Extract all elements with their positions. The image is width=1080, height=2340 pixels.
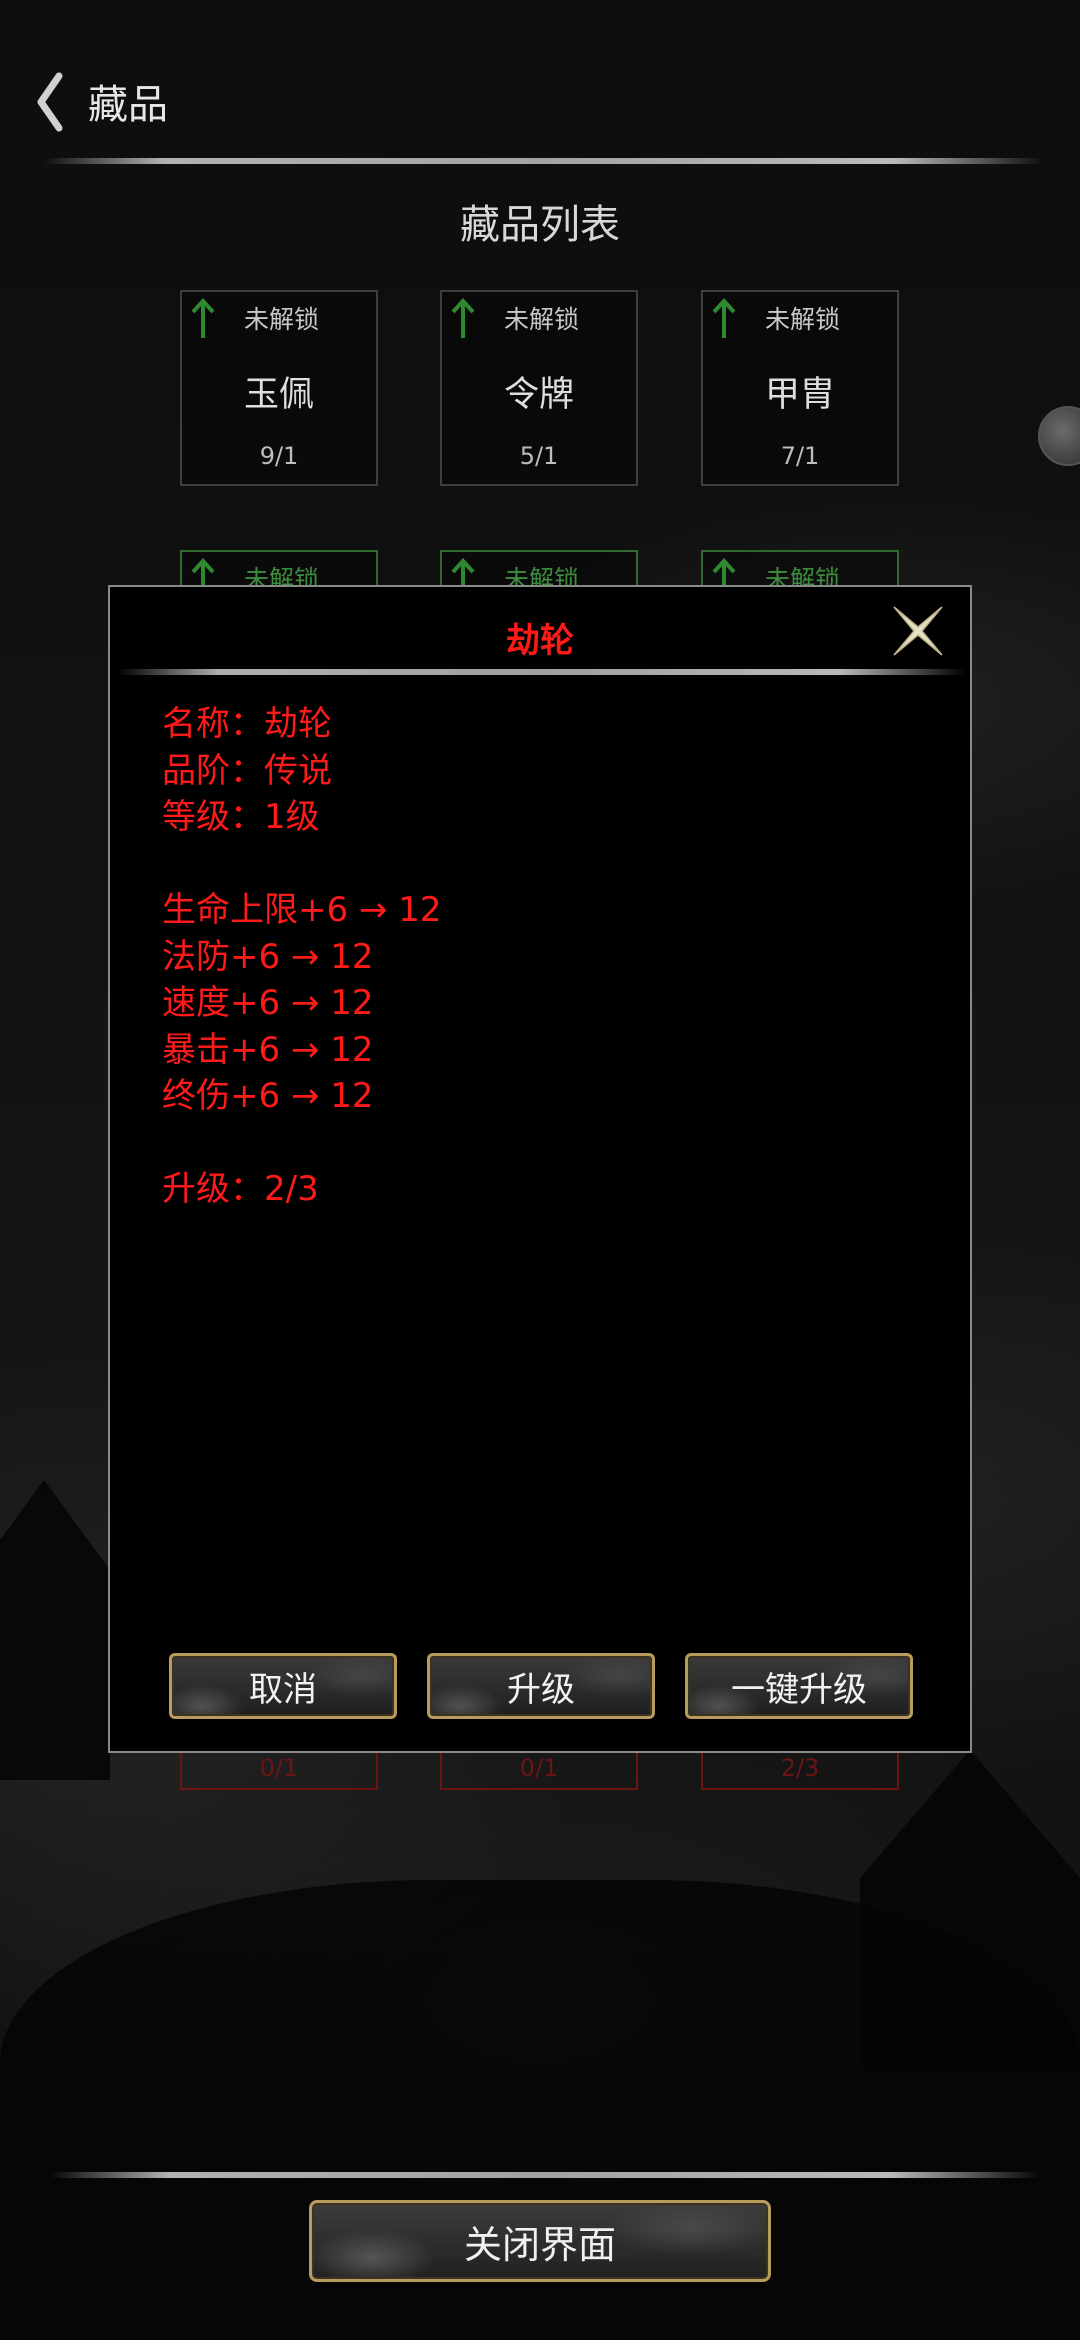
item-name: 令牌 (503, 375, 574, 415)
top-bar: 藏品 (0, 0, 1080, 160)
item-count: 0/1 (519, 1754, 559, 1782)
collection-item-card[interactable]: 未解锁 (440, 550, 638, 594)
close-interface-button[interactable]: 关闭界面 (309, 2200, 771, 2282)
stat-line: 暴击+6 → 12 (162, 1029, 374, 1070)
stat-line: 法防+6 → 12 (162, 936, 374, 977)
upgrade-progress: 升级：2/3 (162, 1169, 319, 1209)
dialog-title: 劫轮 (506, 621, 574, 661)
stat-line: 终伤+6 → 12 (162, 1076, 374, 1116)
lock-status: 未解锁 (765, 305, 841, 334)
upgrade-button[interactable]: 升级 (427, 1653, 655, 1719)
item-detail-dialog: 劫轮 名称：劫轮 品阶：传说 等级：1级 生命上限+6 → 12 法防+6 → … (108, 585, 972, 1753)
item-count: 0/1 (259, 1754, 299, 1782)
background-pagoda (860, 1750, 1080, 2070)
item-count: 5/1 (519, 442, 559, 470)
item-name-line: 名称：劫轮 (162, 704, 332, 744)
cancel-button[interactable]: 取消 (169, 1653, 397, 1719)
footer-divider (50, 2172, 1040, 2178)
up-arrow-icon (191, 298, 215, 338)
item-count: 7/1 (780, 442, 820, 470)
stat-line: 速度+6 → 12 (162, 983, 374, 1023)
upgrade-all-button[interactable]: 一键升级 (685, 1653, 913, 1719)
item-detail-text: 名称：劫轮 品阶：传说 等级：1级 生命上限+6 → 12 法防+6 → 12 … (162, 701, 442, 1213)
stat-line: 生命上限+6 → 12 (162, 890, 442, 930)
item-level-line: 等级：1级 (162, 797, 320, 837)
item-name: 玉佩 (243, 375, 314, 415)
chevron-left-icon (37, 72, 63, 132)
lock-status: 未解锁 (244, 305, 320, 334)
item-count: 9/1 (259, 442, 299, 470)
item-count: 2/3 (780, 1754, 820, 1782)
collection-screen: 藏品 藏品列表 未解锁 玉佩 9/1 未解锁 令牌 5/1 未解锁 甲胄 7/1… (0, 0, 1080, 2340)
collection-item-card[interactable]: 未解锁 甲胄 7/1 (701, 290, 899, 486)
collection-item-card[interactable]: 0/1 (440, 1750, 638, 1790)
up-arrow-icon (451, 298, 475, 338)
item-name: 甲胄 (764, 375, 835, 415)
up-arrow-icon (712, 298, 736, 338)
item-rank-line: 品阶：传说 (162, 750, 332, 791)
background-tree (0, 1480, 110, 1780)
lock-status: 未解锁 (504, 305, 580, 334)
collection-item-card[interactable]: 未解锁 (180, 550, 378, 594)
collection-item-card[interactable]: 未解锁 玉佩 9/1 (180, 290, 378, 486)
collection-item-card[interactable]: 2/3 (701, 1750, 899, 1790)
list-title: 藏品列表 (460, 202, 620, 248)
collection-item-card[interactable]: 未解锁 (701, 550, 899, 594)
back-button[interactable] (28, 70, 72, 134)
page-title: 藏品 (88, 82, 168, 128)
floating-handle[interactable] (1038, 406, 1080, 466)
collection-item-card[interactable]: 未解锁 令牌 5/1 (440, 290, 638, 486)
dialog-close-button[interactable] (888, 601, 948, 661)
close-icon (893, 606, 943, 656)
dialog-divider (118, 669, 966, 675)
header-divider (44, 158, 1044, 164)
collection-item-card[interactable]: 0/1 (180, 1750, 378, 1790)
